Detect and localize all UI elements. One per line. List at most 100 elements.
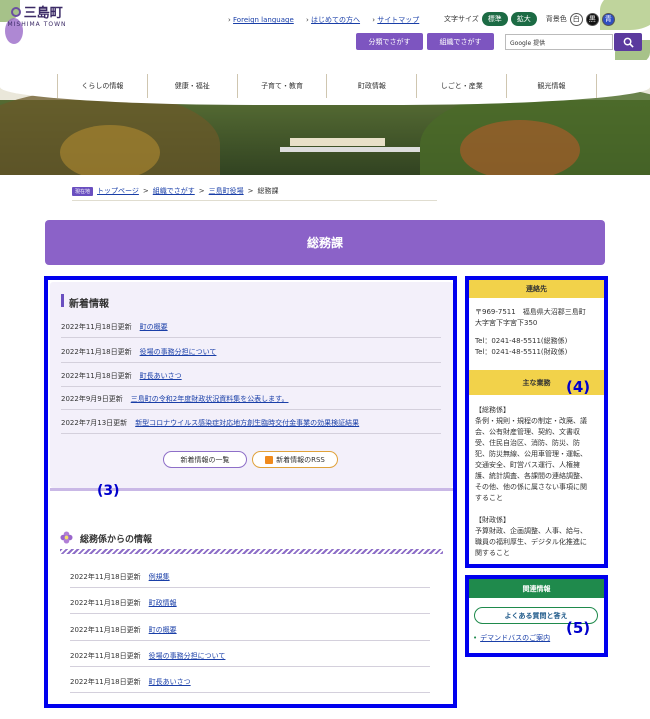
flower-icon — [60, 531, 73, 544]
news-date: 2022年11月18日更新 — [61, 348, 132, 356]
list-date: 2022年11月18日更新 — [70, 652, 141, 660]
duties-line: 交通安全、町営バス運行、人権擁 — [475, 461, 580, 469]
duties-line: 職員の福利厚生、デジタル化推進に — [475, 538, 587, 546]
news-date: 2022年9月9日更新 — [61, 395, 123, 403]
header: 三島町 MISHIMA TOWN › Foreign language › はじ… — [0, 0, 650, 65]
news-list-button[interactable]: 新着情報の一覧 — [163, 451, 247, 468]
news-link[interactable]: 役場の事務分担について — [140, 347, 217, 357]
list-item: 2022年11月18日更新 町の概要 — [70, 625, 430, 641]
breadcrumb-org[interactable]: 組織でさがす — [153, 186, 195, 196]
news-link[interactable]: 町長あいさつ — [140, 371, 182, 381]
list-date: 2022年11月18日更新 — [70, 599, 141, 607]
page-title: 総務課 — [45, 220, 605, 265]
duties-line: 【財政係】 — [475, 516, 510, 524]
annotation-label-4: (4) — [566, 378, 591, 396]
contact-address-2: 大字宮下字宮下350 — [475, 319, 538, 327]
news-date: 2022年11月18日更新 — [61, 372, 132, 380]
list-link[interactable]: 町長あいさつ — [149, 677, 191, 687]
logo-text: 三島町 — [23, 6, 63, 21]
news-link[interactable]: 三島町の令和2年度財政状況資料集を公表します。 — [131, 394, 289, 404]
logo-mark-icon — [11, 6, 22, 17]
related-title: 関連情報 — [469, 579, 604, 598]
bg-color-label: 背景色 — [545, 15, 567, 23]
nav-item-tourism[interactable]: 観光情報 — [506, 74, 597, 98]
duties-line: 護、統計調査、各課間の連絡調整、 — [475, 472, 587, 480]
news-row: 2022年7月13日更新 新型コロナウイルス感染症対応地方創生臨時交付金事業の効果… — [61, 418, 441, 434]
news-row: 2022年11月18日更新 町の概要 — [61, 322, 441, 338]
link-first-visit[interactable]: はじめての方へ — [311, 16, 360, 24]
search-button[interactable] — [614, 33, 642, 51]
news-rss-label: 新着情報のRSS — [276, 455, 325, 464]
list-date: 2022年11月18日更新 — [70, 626, 141, 634]
annotation-label-5: (5) — [566, 619, 591, 637]
nav-item-work[interactable]: しごと・産業 — [416, 74, 506, 98]
rss-icon — [265, 455, 274, 464]
list-date: 2022年11月18日更新 — [70, 573, 141, 581]
font-size-large-button[interactable]: 拡大 — [510, 12, 537, 26]
breadcrumb-home[interactable]: トップページ — [97, 186, 139, 196]
news-title: 新着情報 — [69, 299, 109, 310]
nav-item-childcare[interactable]: 子育て・教育 — [236, 74, 327, 98]
top-links: › Foreign language › はじめての方へ › サイトマップ — [228, 16, 420, 24]
news-link[interactable]: 新型コロナウイルス感染症対応地方創生臨時交付金事業の効果検証結果 — [135, 418, 359, 428]
news-title-bar — [61, 294, 64, 307]
bg-blue-button[interactable]: 青 — [601, 12, 615, 26]
breadcrumb: 現在地 トップページ > 組織でさがす > 三島町役場 > 総務課 — [72, 186, 279, 196]
contact-title: 連絡先 — [469, 280, 604, 298]
font-size-standard-button[interactable]: 標準 — [481, 12, 508, 26]
news-date: 2022年7月13日更新 — [61, 419, 128, 427]
bullet-icon: • — [473, 634, 478, 642]
breadcrumb-current: 総務課 — [257, 187, 279, 195]
list-item: 2022年11月18日更新 役場の事務分担について — [70, 651, 430, 667]
list-link[interactable]: 町の概要 — [149, 625, 177, 635]
duties-line: その他、他の係に属さない事項に関 — [475, 483, 587, 491]
list-link[interactable]: 例規集 — [149, 572, 170, 582]
duties-line: 関すること — [475, 549, 510, 557]
bg-black-button[interactable]: 黒 — [585, 12, 599, 26]
display-settings: 文字サイズ 標準 拡大 背景色 白 黒 青 — [444, 12, 615, 26]
list-item: 2022年11月18日更新 例規集 — [70, 572, 430, 588]
site-logo[interactable]: 三島町 MISHIMA TOWN — [7, 2, 67, 42]
list-link[interactable]: 役場の事務分担について — [149, 651, 226, 661]
link-sitemap[interactable]: サイトマップ — [377, 16, 419, 24]
link-foreign-language[interactable]: Foreign language — [233, 16, 294, 24]
news-row: 2022年11月18日更新 町長あいさつ — [61, 371, 441, 387]
list-link[interactable]: 町政情報 — [149, 598, 177, 608]
duties-line: 【総務係】 — [475, 406, 510, 414]
contact-tel-1: Tel：0241-48-5511(総務係) — [475, 337, 568, 345]
contact-address-1: 〒969-7511 福島県大沼郡三島町 — [475, 308, 586, 316]
duties-line: 受、住民自治区、消防、防災、防 — [475, 439, 580, 447]
annotation-label-3: (3) — [97, 483, 120, 499]
search-by-org-button[interactable]: 組織でさがす — [427, 33, 494, 50]
related-link-item: • デマンドバスのご案内 — [473, 633, 550, 644]
search-input[interactable]: Google 提供 — [505, 34, 613, 50]
contact-tel-2: Tel：0241-48-5511(財政係) — [475, 348, 568, 356]
nav-item-health[interactable]: 健康・福祉 — [146, 74, 237, 98]
duties-line: 条例・規則・規程の制定・改廃、議 — [475, 417, 587, 425]
duties-line: 犯、防災無線、公用車管理・運転、 — [475, 450, 587, 458]
news-rss-button[interactable]: 新着情報のRSS — [252, 451, 338, 468]
news-row: 2022年9月9日更新 三島町の令和2年度財政状況資料集を公表します。 — [61, 394, 441, 410]
news-link[interactable]: 町の概要 — [140, 322, 168, 332]
search-by-category-button[interactable]: 分類でさがす — [356, 33, 423, 50]
list-date: 2022年11月18日更新 — [70, 678, 141, 686]
news-row: 2022年11月18日更新 役場の事務分担について — [61, 347, 441, 363]
duties-line: 予算財政、企画調整、人事、給与、 — [475, 527, 587, 535]
breadcrumb-office[interactable]: 三島町役場 — [209, 186, 244, 196]
breadcrumb-tag: 現在地 — [72, 186, 94, 196]
nav-item-town-info[interactable]: 町政情報 — [326, 74, 416, 98]
list-item: 2022年11月18日更新 町政情報 — [70, 598, 430, 614]
duties-line: 会、公有財産管理、契約、文書収 — [475, 428, 580, 436]
duties-line: すること — [475, 494, 503, 502]
demand-bus-link[interactable]: デマンドバスのご案内 — [480, 633, 550, 644]
global-nav: くらしの情報 健康・福祉 子育て・教育 町政情報 しごと・産業 観光情報 — [57, 74, 597, 98]
list-item: 2022年11月18日更新 町長あいさつ — [70, 677, 430, 693]
news-date: 2022年11月18日更新 — [61, 323, 132, 331]
search-icon — [623, 37, 634, 48]
logo-subtext: MISHIMA TOWN — [7, 21, 67, 28]
font-size-label: 文字サイズ — [444, 15, 479, 23]
section2-stripe — [60, 549, 443, 554]
section2-title: 総務係からの情報 — [80, 535, 153, 545]
nav-item-living[interactable]: くらしの情報 — [57, 74, 147, 98]
bg-white-button[interactable]: 白 — [569, 12, 583, 26]
